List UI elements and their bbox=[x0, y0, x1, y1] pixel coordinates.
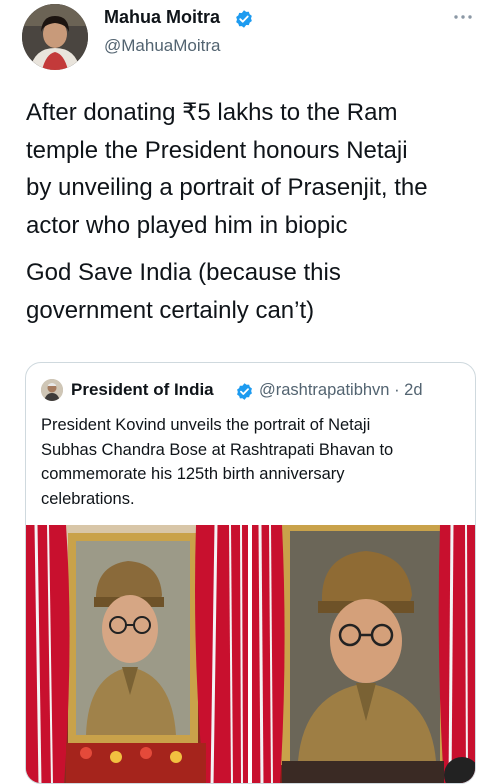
verified-badge-icon bbox=[237, 383, 252, 400]
verified-badge-icon bbox=[236, 10, 252, 28]
author-avatar[interactable] bbox=[22, 4, 88, 70]
quoted-tweet-card[interactable]: President of India @rashtrapatibhvn · 2d… bbox=[25, 362, 476, 784]
tweet-paragraph-2: God Save India (because this government … bbox=[26, 259, 341, 324]
tweet: Mahua Moitra @MahuaMoitra After donating… bbox=[0, 0, 499, 784]
portrait-photo-left[interactable] bbox=[26, 525, 248, 783]
tweet-text: After donating ₹5 lakhs to the Ram templ… bbox=[26, 94, 486, 329]
author-name[interactable]: Mahua Moitra bbox=[104, 7, 220, 28]
tweet-paragraph-1: After donating ₹5 lakhs to the Ram templ… bbox=[26, 99, 428, 239]
more-dots-icon[interactable] bbox=[452, 10, 474, 24]
quoted-author-avatar[interactable] bbox=[41, 379, 63, 401]
portrait-photo-right[interactable] bbox=[252, 525, 475, 783]
quoted-tweet-text: President Kovind unveils the portrait of… bbox=[41, 416, 394, 508]
quoted-author-handle[interactable]: @rashtrapatibhvn · 2d bbox=[259, 381, 423, 400]
author-handle[interactable]: @MahuaMoitra bbox=[104, 36, 220, 56]
quoted-tweet-media[interactable] bbox=[26, 525, 475, 783]
quoted-author-name[interactable]: President of India bbox=[71, 380, 214, 400]
